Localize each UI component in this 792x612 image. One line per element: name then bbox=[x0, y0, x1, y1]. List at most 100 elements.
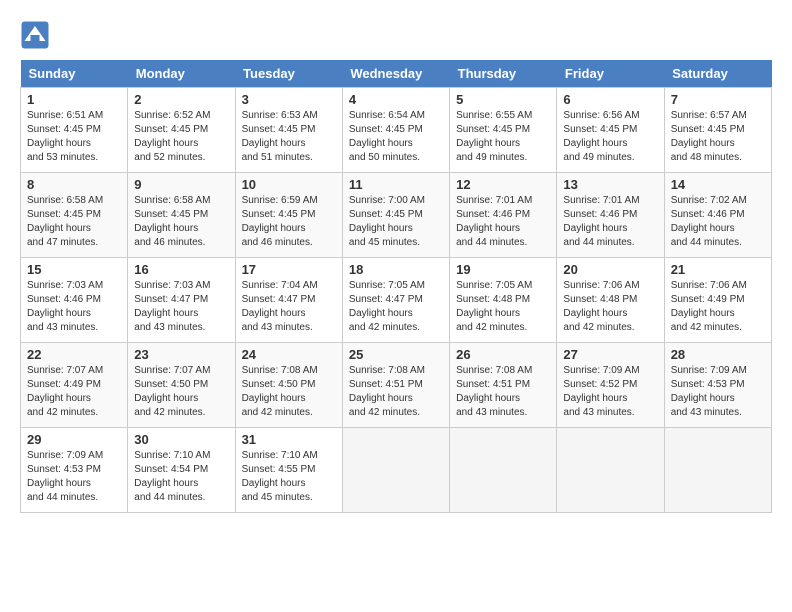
calendar-cell: 30 Sunrise: 7:10 AMSunset: 4:54 PMDayligh… bbox=[128, 428, 235, 513]
calendar-cell: 18Sunrise: 7:05 AMSunset: 4:47 PMDayligh… bbox=[342, 258, 449, 343]
calendar-cell: 1 Sunrise: 6:51 AMSunset: 4:45 PMDaylight… bbox=[21, 88, 128, 173]
weekday-header-sunday: Sunday bbox=[21, 60, 128, 88]
day-info: Sunrise: 6:51 AMSunset: 4:45 PMDaylight … bbox=[27, 109, 121, 165]
day-info: Sunrise: 7:08 AMSunset: 4:51 PMDaylight … bbox=[456, 364, 550, 420]
calendar-cell: 15 Sunrise: 7:03 AMSunset: 4:46 PMDayligh… bbox=[21, 258, 128, 343]
calendar-cell: 2Sunrise: 6:52 AMSunset: 4:45 PMDaylight… bbox=[128, 88, 235, 173]
calendar-cell: 19 Sunrise: 7:05 AMSunset: 4:48 PMDayligh… bbox=[450, 258, 557, 343]
calendar-week-row: 1 Sunrise: 6:51 AMSunset: 4:45 PMDaylight… bbox=[21, 88, 772, 173]
calendar-cell: 8 Sunrise: 6:58 AMSunset: 4:45 PMDaylight… bbox=[21, 173, 128, 258]
calendar-cell: 25Sunrise: 7:08 AMSunset: 4:51 PMDayligh… bbox=[342, 343, 449, 428]
day-info: Sunrise: 6:58 AMSunset: 4:45 PMDaylight … bbox=[27, 194, 121, 250]
weekday-header-row: SundayMondayTuesdayWednesdayThursdayFrid… bbox=[21, 60, 772, 88]
day-info: Sunrise: 6:56 AMSunset: 4:45 PMDaylight … bbox=[563, 109, 657, 165]
day-info: Sunrise: 7:02 AMSunset: 4:46 PMDaylight … bbox=[671, 194, 765, 250]
calendar-cell: 23 Sunrise: 7:07 AMSunset: 4:50 PMDayligh… bbox=[128, 343, 235, 428]
day-number: 16 bbox=[134, 262, 228, 277]
calendar-cell: 14 Sunrise: 7:02 AMSunset: 4:46 PMDayligh… bbox=[664, 173, 771, 258]
calendar-week-row: 15 Sunrise: 7:03 AMSunset: 4:46 PMDayligh… bbox=[21, 258, 772, 343]
day-info: Sunrise: 7:09 AMSunset: 4:53 PMDaylight … bbox=[671, 364, 765, 420]
day-number: 12 bbox=[456, 177, 550, 192]
calendar-week-row: 29Sunrise: 7:09 AMSunset: 4:53 PMDayligh… bbox=[21, 428, 772, 513]
day-number: 6 bbox=[563, 92, 657, 107]
day-info: Sunrise: 7:06 AMSunset: 4:48 PMDaylight … bbox=[563, 279, 657, 335]
day-info: Sunrise: 7:10 AMSunset: 4:55 PMDaylight … bbox=[242, 449, 336, 505]
day-info: Sunrise: 6:59 AMSunset: 4:45 PMDaylight … bbox=[242, 194, 336, 250]
day-number: 1 bbox=[27, 92, 121, 107]
day-number: 23 bbox=[134, 347, 228, 362]
calendar-cell: 26 Sunrise: 7:08 AMSunset: 4:51 PMDayligh… bbox=[450, 343, 557, 428]
day-number: 19 bbox=[456, 262, 550, 277]
day-number: 30 bbox=[134, 432, 228, 447]
day-info: Sunrise: 7:07 AMSunset: 4:49 PMDaylight … bbox=[27, 364, 121, 420]
calendar-cell: 9 Sunrise: 6:58 AMSunset: 4:45 PMDaylight… bbox=[128, 173, 235, 258]
calendar-cell: 24 Sunrise: 7:08 AMSunset: 4:50 PMDayligh… bbox=[235, 343, 342, 428]
calendar-cell bbox=[342, 428, 449, 513]
day-number: 13 bbox=[563, 177, 657, 192]
day-number: 7 bbox=[671, 92, 765, 107]
calendar-cell: 6 Sunrise: 6:56 AMSunset: 4:45 PMDaylight… bbox=[557, 88, 664, 173]
day-info: Sunrise: 6:53 AMSunset: 4:45 PMDaylight … bbox=[242, 109, 336, 165]
day-number: 26 bbox=[456, 347, 550, 362]
day-number: 15 bbox=[27, 262, 121, 277]
day-info: Sunrise: 7:05 AMSunset: 4:48 PMDaylight … bbox=[456, 279, 550, 335]
day-info: Sunrise: 6:55 AMSunset: 4:45 PMDaylight … bbox=[456, 109, 550, 165]
calendar-cell bbox=[450, 428, 557, 513]
day-info: Sunrise: 7:01 AMSunset: 4:46 PMDaylight … bbox=[456, 194, 550, 250]
day-info: Sunrise: 6:57 AMSunset: 4:45 PMDaylight … bbox=[671, 109, 765, 165]
calendar-cell: 10 Sunrise: 6:59 AMSunset: 4:45 PMDayligh… bbox=[235, 173, 342, 258]
calendar-cell: 17 Sunrise: 7:04 AMSunset: 4:47 PMDayligh… bbox=[235, 258, 342, 343]
calendar-cell: 16 Sunrise: 7:03 AMSunset: 4:47 PMDayligh… bbox=[128, 258, 235, 343]
day-number: 10 bbox=[242, 177, 336, 192]
calendar-cell: 31 Sunrise: 7:10 AMSunset: 4:55 PMDayligh… bbox=[235, 428, 342, 513]
day-number: 5 bbox=[456, 92, 550, 107]
day-number: 31 bbox=[242, 432, 336, 447]
day-number: 18 bbox=[349, 262, 443, 277]
calendar-cell bbox=[664, 428, 771, 513]
calendar-cell: 28 Sunrise: 7:09 AMSunset: 4:53 PMDayligh… bbox=[664, 343, 771, 428]
calendar-cell: 12 Sunrise: 7:01 AMSunset: 4:46 PMDayligh… bbox=[450, 173, 557, 258]
logo bbox=[20, 20, 52, 50]
day-info: Sunrise: 7:10 AMSunset: 4:54 PMDaylight … bbox=[134, 449, 228, 505]
day-number: 4 bbox=[349, 92, 443, 107]
weekday-header-thursday: Thursday bbox=[450, 60, 557, 88]
weekday-header-wednesday: Wednesday bbox=[342, 60, 449, 88]
day-number: 2 bbox=[134, 92, 228, 107]
calendar-week-row: 22 Sunrise: 7:07 AMSunset: 4:49 PMDayligh… bbox=[21, 343, 772, 428]
day-info: Sunrise: 7:09 AMSunset: 4:53 PMDaylight … bbox=[27, 449, 121, 505]
calendar-cell: 4Sunrise: 6:54 AMSunset: 4:45 PMDaylight… bbox=[342, 88, 449, 173]
day-number: 27 bbox=[563, 347, 657, 362]
page-container: SundayMondayTuesdayWednesdayThursdayFrid… bbox=[20, 20, 772, 513]
day-info: Sunrise: 6:58 AMSunset: 4:45 PMDaylight … bbox=[134, 194, 228, 250]
logo-icon bbox=[20, 20, 50, 50]
calendar-cell: 27 Sunrise: 7:09 AMSunset: 4:52 PMDayligh… bbox=[557, 343, 664, 428]
weekday-header-monday: Monday bbox=[128, 60, 235, 88]
day-info: Sunrise: 7:06 AMSunset: 4:49 PMDaylight … bbox=[671, 279, 765, 335]
calendar-cell bbox=[557, 428, 664, 513]
day-number: 8 bbox=[27, 177, 121, 192]
day-info: Sunrise: 7:03 AMSunset: 4:47 PMDaylight … bbox=[134, 279, 228, 335]
day-info: Sunrise: 7:07 AMSunset: 4:50 PMDaylight … bbox=[134, 364, 228, 420]
day-info: Sunrise: 7:03 AMSunset: 4:46 PMDaylight … bbox=[27, 279, 121, 335]
day-number: 9 bbox=[134, 177, 228, 192]
day-number: 28 bbox=[671, 347, 765, 362]
day-number: 3 bbox=[242, 92, 336, 107]
day-info: Sunrise: 7:01 AMSunset: 4:46 PMDaylight … bbox=[563, 194, 657, 250]
day-info: Sunrise: 7:09 AMSunset: 4:52 PMDaylight … bbox=[563, 364, 657, 420]
day-number: 22 bbox=[27, 347, 121, 362]
calendar-cell: 21 Sunrise: 7:06 AMSunset: 4:49 PMDayligh… bbox=[664, 258, 771, 343]
day-number: 14 bbox=[671, 177, 765, 192]
calendar-cell: 11Sunrise: 7:00 AMSunset: 4:45 PMDayligh… bbox=[342, 173, 449, 258]
day-info: Sunrise: 7:04 AMSunset: 4:47 PMDaylight … bbox=[242, 279, 336, 335]
day-number: 20 bbox=[563, 262, 657, 277]
calendar-cell: 7 Sunrise: 6:57 AMSunset: 4:45 PMDaylight… bbox=[664, 88, 771, 173]
calendar-table: SundayMondayTuesdayWednesdayThursdayFrid… bbox=[20, 60, 772, 513]
day-info: Sunrise: 7:00 AMSunset: 4:45 PMDaylight … bbox=[349, 194, 443, 250]
day-number: 17 bbox=[242, 262, 336, 277]
day-number: 21 bbox=[671, 262, 765, 277]
day-info: Sunrise: 7:08 AMSunset: 4:50 PMDaylight … bbox=[242, 364, 336, 420]
day-info: Sunrise: 7:08 AMSunset: 4:51 PMDaylight … bbox=[349, 364, 443, 420]
calendar-cell: 13 Sunrise: 7:01 AMSunset: 4:46 PMDayligh… bbox=[557, 173, 664, 258]
weekday-header-saturday: Saturday bbox=[664, 60, 771, 88]
day-number: 24 bbox=[242, 347, 336, 362]
